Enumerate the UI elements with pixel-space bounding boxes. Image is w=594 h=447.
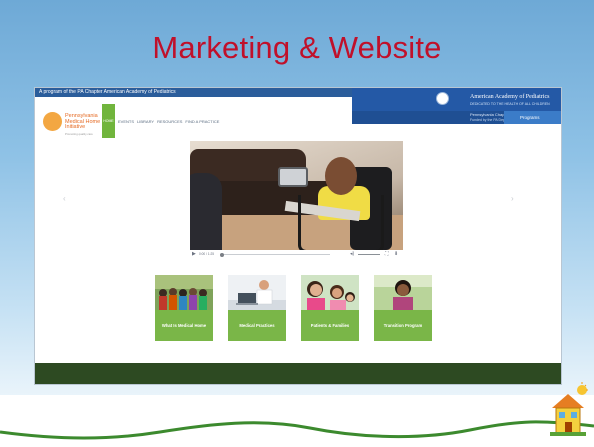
site-logo-icon[interactable]: [43, 112, 62, 131]
card-label: Medical Practices: [228, 310, 286, 341]
card-what-is-medical-home[interactable]: What Is Medical Home: [155, 275, 213, 342]
programs-button[interactable]: Programs: [504, 111, 561, 124]
volume-icon[interactable]: ◂): [350, 251, 354, 257]
card-label: What Is Medical Home: [155, 310, 213, 341]
chevron-right-icon: ›: [511, 194, 514, 203]
green-wave-decoration: [0, 420, 594, 440]
card-photo: [155, 275, 213, 310]
video-device: [278, 167, 308, 187]
nav-item-events[interactable]: EVENTS: [118, 119, 134, 124]
carousel-prev-button[interactable]: ‹: [63, 178, 75, 218]
aap-header: American Academy of Pediatrics DEDICATED…: [352, 88, 561, 124]
group-photo: [155, 275, 213, 310]
nav-item-find-a-practice[interactable]: FIND A PRACTICE: [185, 119, 219, 124]
video-child: [325, 157, 357, 195]
carousel-next-button[interactable]: ›: [511, 178, 523, 218]
chevron-left-icon: ‹: [63, 194, 66, 203]
download-icon[interactable]: ⬇: [394, 251, 398, 257]
play-icon[interactable]: ▶: [192, 251, 196, 257]
video-time: 0:00 / 1:25: [199, 252, 215, 256]
video-person: [190, 173, 222, 250]
video-controls: ▶ 0:00 / 1:25 ◂) ⛶ ⬇: [190, 250, 403, 259]
card-medical-practices[interactable]: Medical Practices: [228, 275, 286, 342]
main-nav: HOME EVENTS LIBRARY RESOURCES FIND A PRA…: [102, 104, 219, 138]
video-player[interactable]: [190, 141, 403, 250]
teen-photo: [374, 275, 432, 310]
nav-home[interactable]: HOME: [102, 104, 115, 138]
card-photo: [228, 275, 286, 310]
house-icon: [550, 382, 588, 436]
card-photo: [374, 275, 432, 310]
site-footer: [35, 363, 561, 384]
site-logo-name[interactable]: Pennsylvania Medical Home Initiative: [65, 113, 101, 131]
video-progress-handle[interactable]: [220, 252, 224, 257]
slide-title: Marketing & Website: [152, 30, 442, 65]
website-screenshot: A program of the PA Chapter American Aca…: [35, 88, 561, 384]
aap-seal-icon: [436, 92, 449, 105]
video-progress-track[interactable]: [220, 254, 330, 255]
card-label: Transition Program: [374, 310, 432, 341]
card-photo: [301, 275, 359, 310]
fullscreen-icon[interactable]: ⛶: [385, 251, 389, 257]
card-patients-families[interactable]: Patients & Families: [301, 275, 359, 342]
nav-item-resources[interactable]: RESOURCES: [157, 119, 182, 124]
nav-item-library[interactable]: LIBRARY: [137, 119, 154, 124]
card-transition-program[interactable]: Transition Program: [374, 275, 432, 342]
volume-slider[interactable]: [358, 254, 380, 255]
family-photo: [301, 275, 359, 310]
top-banner-text: A program of the PA Chapter American Aca…: [39, 89, 176, 95]
site-logo-tagline: Promoting quality care: [65, 132, 93, 136]
doctor-photo: [228, 275, 286, 310]
aap-name: American Academy of Pediatrics: [470, 94, 550, 100]
aap-chapter-bar: Pennsylvania Chapter Funded by the PA De…: [352, 111, 561, 124]
aap-tagline: DEDICATED TO THE HEALTH OF ALL CHILDREN: [470, 102, 550, 106]
card-label: Patients & Families: [301, 310, 359, 341]
